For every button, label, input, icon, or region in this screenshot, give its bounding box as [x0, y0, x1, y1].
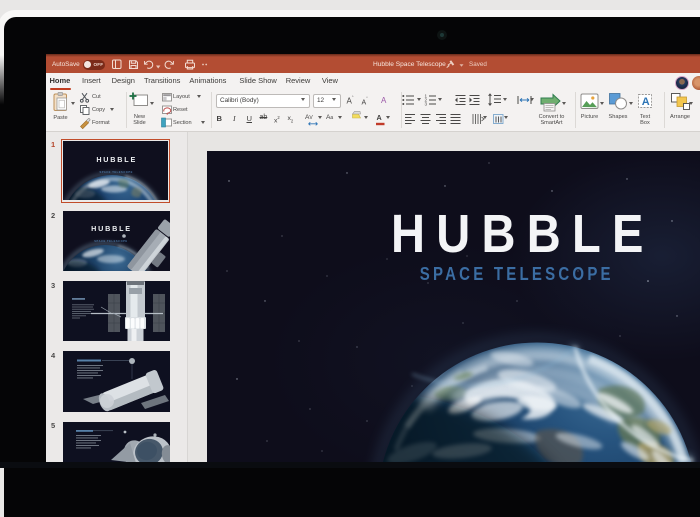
svg-text:A: A — [642, 96, 650, 108]
svg-text:3: 3 — [425, 102, 428, 107]
